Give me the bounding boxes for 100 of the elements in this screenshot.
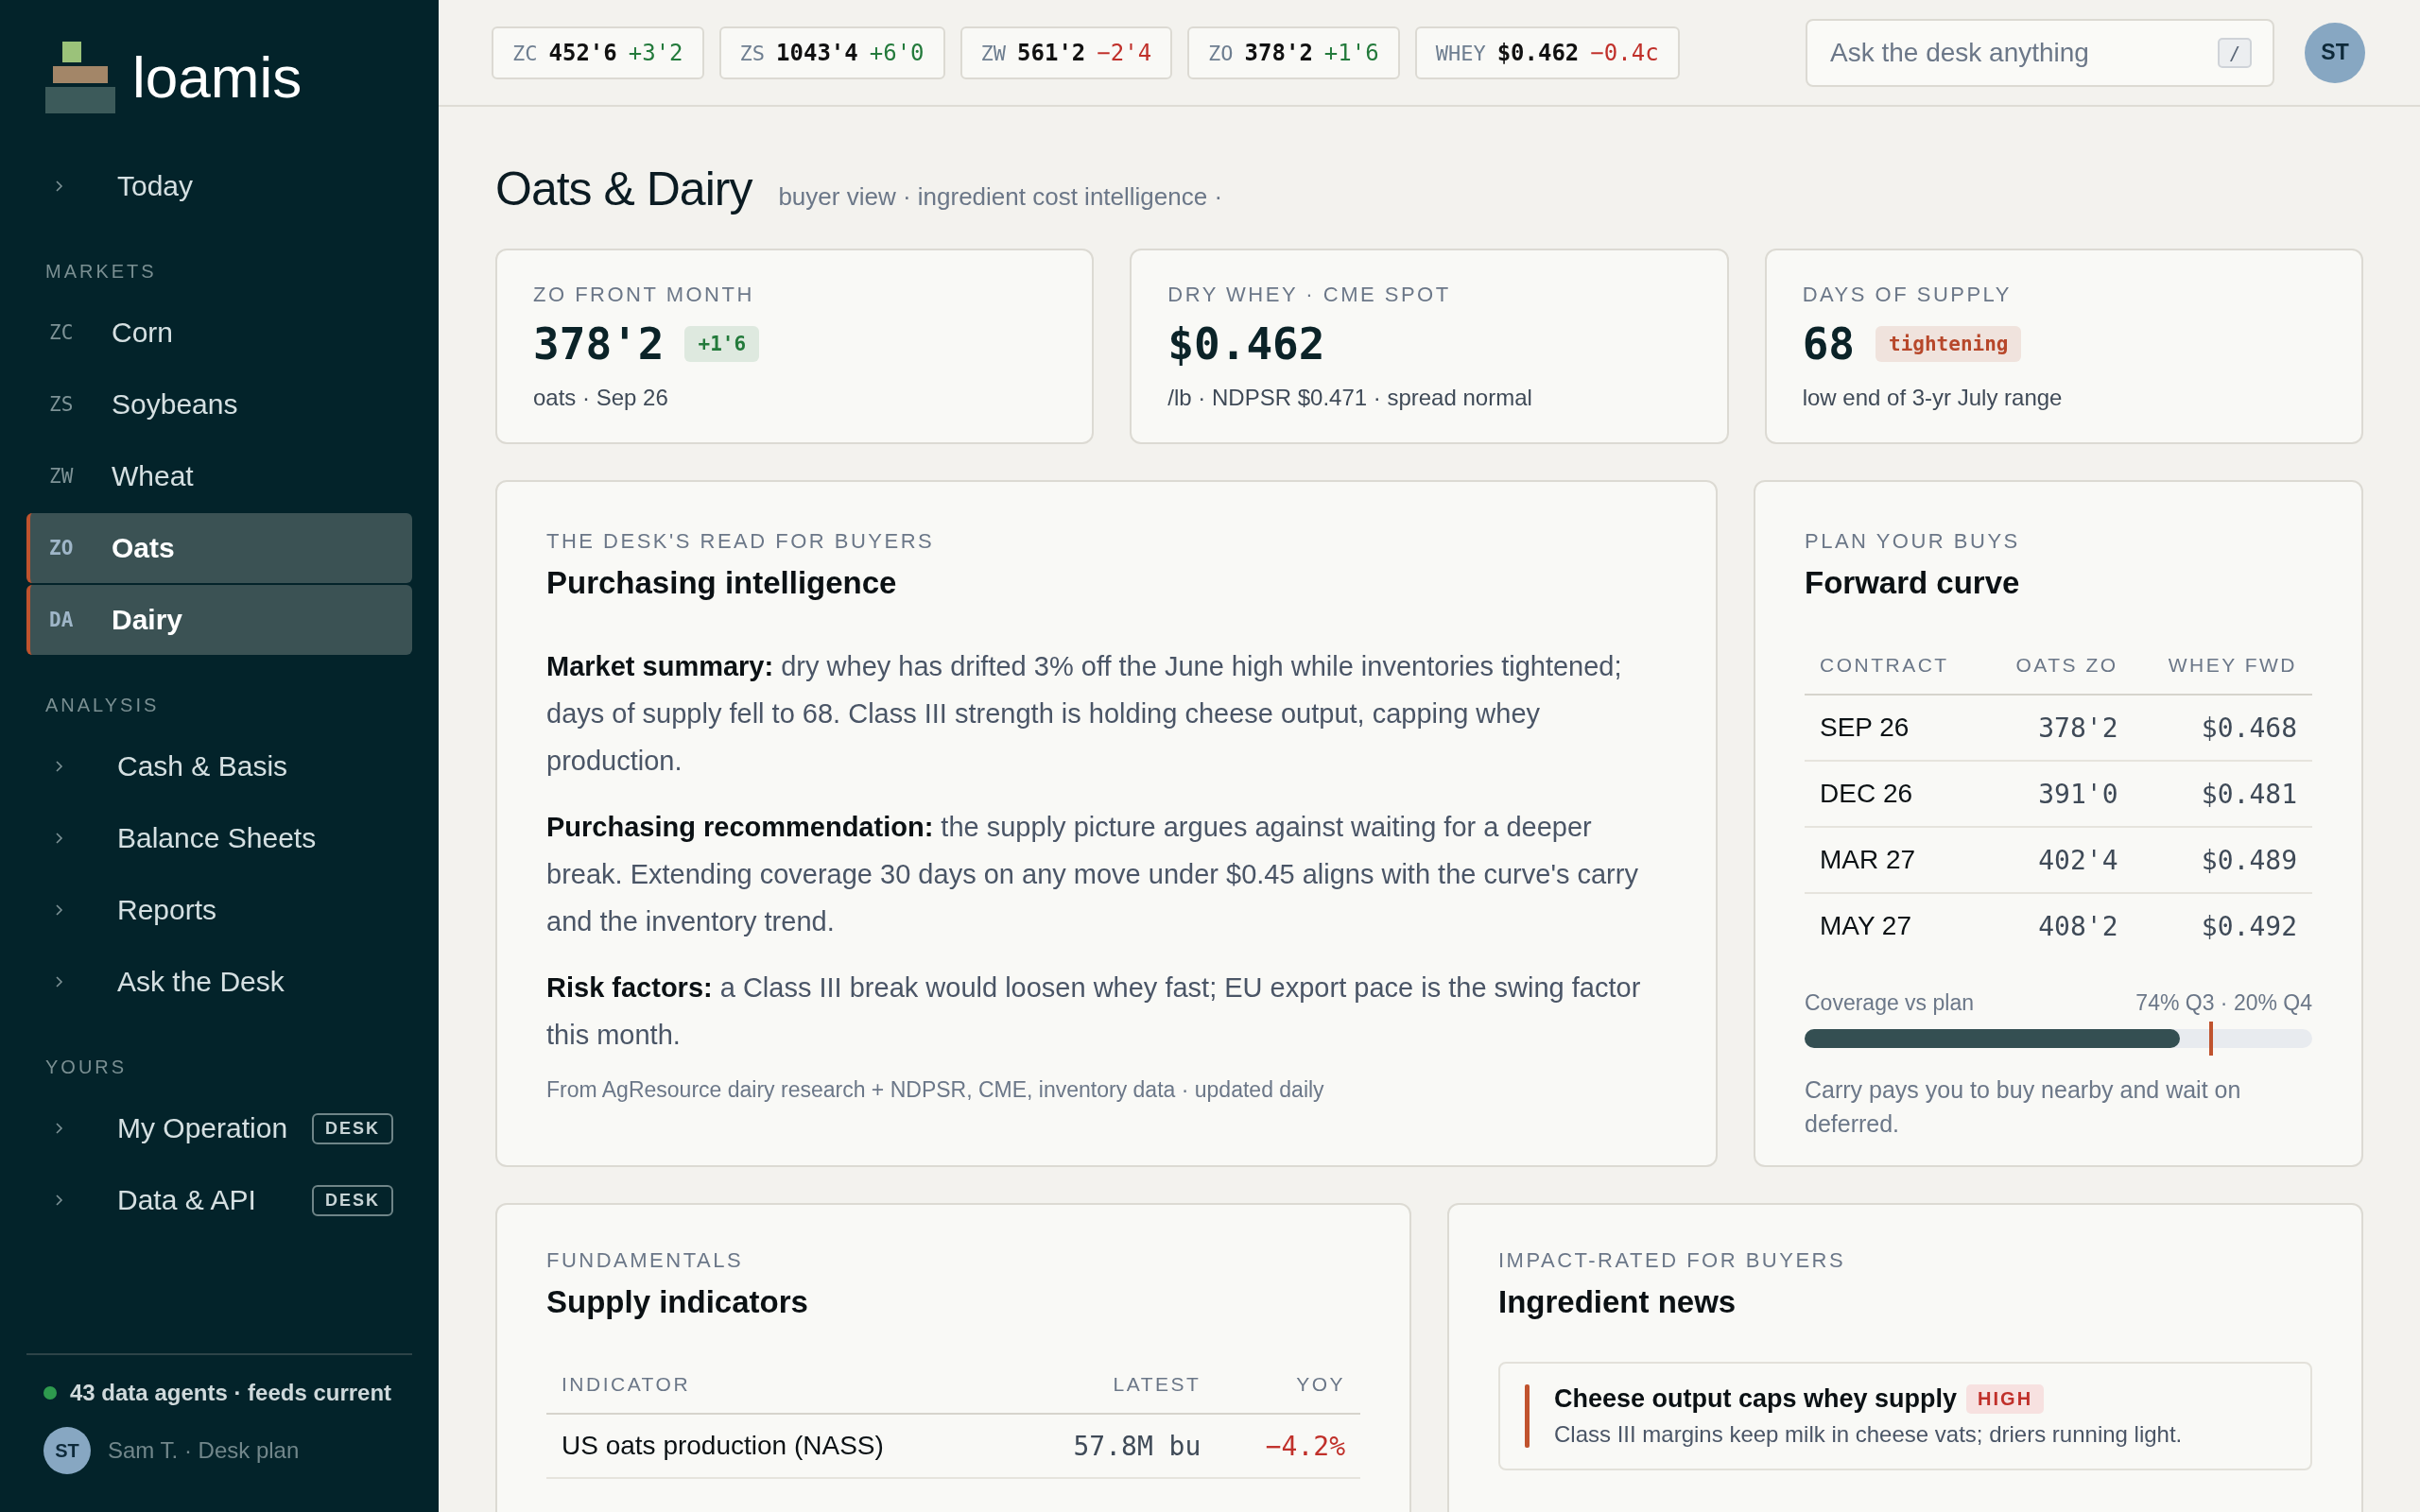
ticker-code: ZO — [1208, 41, 1234, 65]
chevron-icon — [55, 180, 64, 193]
ticker-code: ZO — [49, 537, 75, 559]
chevron-icon — [55, 832, 64, 845]
ticker-code: ZW — [49, 465, 75, 488]
chevron-icon — [55, 975, 64, 988]
user-avatar[interactable]: ST — [2305, 22, 2365, 83]
paragraph: Purchasing recommendation: the supply picture argues against waiting for a deeper break. Extending coverage 30 days on any move under $0.45 aligns with the curve's carry and the inventory trend. — [546, 811, 1639, 938]
nav-label: Today — [117, 170, 194, 202]
page-title: Oats & Dairy — [495, 162, 752, 216]
nav-label: Oats — [112, 532, 175, 564]
chevron-icon — [55, 760, 64, 773]
ticker-change: −0.4c — [1590, 39, 1659, 66]
nav-item[interactable]: ZO Oats — [26, 513, 412, 583]
nav-label: Data & API — [117, 1184, 256, 1216]
table-cell: $0.481 — [2133, 761, 2312, 827]
table-cell: −4.2% — [1216, 1414, 1360, 1478]
table-cell: US oats production (NASS) — [546, 1414, 1010, 1478]
chevron-icon — [55, 1122, 64, 1135]
ticker-code: ZW — [980, 41, 1007, 65]
kpi-note: low end of 3-yr July range — [1802, 385, 2064, 411]
chevron-icon — [55, 903, 64, 917]
ticker-chip[interactable]: ZW 561'2 −2'4 — [959, 26, 1173, 79]
ticker-code: ZC — [512, 41, 538, 65]
ticker-chip[interactable]: WHEY $0.462 −0.4c — [1414, 26, 1680, 79]
curve-note: Carry pays you to buy nearby and wait on deferred. — [1805, 1075, 2242, 1139]
card-eyebrow: THE DESK'S READ FOR BUYERS — [546, 529, 936, 554]
table-cell: 391'0 — [1983, 761, 2134, 827]
ticker-code: DA — [49, 609, 75, 631]
nav-item[interactable]: My Operation DESK — [26, 1093, 412, 1163]
kpi-value: 378'2 — [533, 318, 665, 369]
nav-label: Soybeans — [112, 388, 238, 421]
table-cell: 402'4 — [1983, 827, 2134, 893]
nav-item[interactable]: Ask the Desk — [26, 947, 412, 1017]
table-cell: 408'2 — [1983, 893, 2134, 958]
table-cell: DEC 26 — [1805, 761, 1984, 827]
ticker-change: +3'2 — [628, 39, 683, 66]
nav-item[interactable]: Today — [26, 151, 412, 221]
column-header: YOY — [1216, 1362, 1360, 1414]
card-eyebrow: FUNDAMENTALS — [546, 1248, 745, 1273]
ticker-chip[interactable]: ZC 452'6 +3'2 — [492, 26, 704, 79]
page-subtitle: buyer view · ingredient cost intelligence · — [778, 182, 1223, 212]
nav-item[interactable]: ZS Soybeans — [26, 369, 412, 439]
table-cell: $0.489 — [2133, 827, 2312, 893]
nav-label: Cash & Basis — [117, 750, 288, 782]
ticker-price: 378'2 — [1244, 39, 1313, 66]
status-text: 43 data agents · feeds current — [70, 1380, 392, 1406]
nav-label: My Operation — [117, 1112, 288, 1144]
nav-label: Ask the Desk — [117, 966, 285, 998]
paragraph: Market summary: dry whey has drifted 3% off the June high while inventories tightened; days of supply fell to 68. Class III strength is holding cheese output, capping whey production. — [546, 650, 1623, 778]
nav-item[interactable]: DA Dairy — [26, 585, 412, 655]
kpi-tag: +1'6 — [684, 326, 760, 362]
card-title: Supply indicators — [546, 1284, 809, 1320]
desk-badge: DESK — [312, 1184, 393, 1216]
coverage-reading: 74% Q3 · 20% Q4 — [2135, 990, 2312, 1016]
paragraph: Risk factors: a Class III break would loosen whey fast; EU export pace is the swing factor this month. — [546, 971, 1642, 1052]
nav-item[interactable]: Balance Sheets — [26, 803, 412, 873]
card-eyebrow: IMPACT-RATED FOR BUYERS — [1498, 1248, 1847, 1273]
column-header: INDICATOR — [546, 1362, 1010, 1414]
impact-tag: HIGH — [1966, 1384, 2045, 1414]
nav-item[interactable]: ZW Wheat — [26, 441, 412, 511]
nav-item[interactable]: Reports — [26, 875, 412, 945]
news-item[interactable]: Cheese output caps whey supply HIGH Class III margins keep milk in cheese vats; driers running light. — [1498, 1362, 2312, 1470]
column-header: OATS ZO — [1983, 643, 2134, 695]
nav-label: Balance Sheets — [117, 822, 317, 854]
user-avatar[interactable]: ST — [43, 1427, 91, 1474]
table-cell: $0.492 — [2133, 893, 2312, 958]
user-label: Sam T. · Desk plan — [108, 1437, 300, 1464]
ticker-code: ZS — [739, 41, 766, 65]
coverage-label: Coverage vs plan — [1805, 990, 1974, 1016]
nav-item[interactable]: Data & API DESK — [26, 1165, 412, 1235]
ticker-price: 561'2 — [1017, 39, 1086, 66]
kpi-note: oats · Sep 26 — [533, 385, 669, 411]
column-header: CONTRACT — [1805, 643, 1984, 695]
table-cell: MAY 27 — [1805, 893, 1984, 958]
brand-name: loamis — [132, 48, 302, 107]
ticker-chip[interactable]: ZO 378'2 +1'6 — [1187, 26, 1400, 79]
card-eyebrow: PLAN YOUR BUYS — [1805, 529, 2021, 554]
news-title: Cheese output caps whey supply — [1554, 1384, 1958, 1414]
nav-item[interactable]: ZC Corn — [26, 298, 412, 368]
ticker-code: ZS — [49, 393, 75, 416]
card-title: Ingredient news — [1498, 1284, 1737, 1320]
ticker-change: +1'6 — [1323, 39, 1379, 66]
ticker-change: −2'4 — [1097, 39, 1152, 66]
nav-label: Reports — [117, 894, 217, 926]
ticker-chip[interactable]: ZS 1043'4 +6'0 — [718, 26, 945, 79]
section-heading: YOURS — [44, 1056, 129, 1079]
table-cell: 57.8M bu — [1009, 1414, 1217, 1478]
kpi-tag: tightening — [1876, 326, 2022, 362]
nav-item[interactable]: Cash & Basis — [26, 731, 412, 801]
nav-label: Wheat — [112, 460, 194, 492]
table-cell: $0.468 — [2133, 695, 2312, 761]
section-heading: ANALYSIS — [44, 694, 161, 717]
logo-icon — [45, 42, 115, 113]
card-title: Purchasing intelligence — [546, 565, 898, 601]
kpi-label: ZO FRONT MONTH — [533, 283, 755, 307]
kpi-note: /lb · NDPSR $0.471 · spread normal — [1167, 385, 1533, 411]
column-header: WHEY FWD — [2133, 643, 2312, 695]
desk-badge: DESK — [312, 1112, 393, 1144]
kpi-value: $0.462 — [1167, 318, 1325, 369]
